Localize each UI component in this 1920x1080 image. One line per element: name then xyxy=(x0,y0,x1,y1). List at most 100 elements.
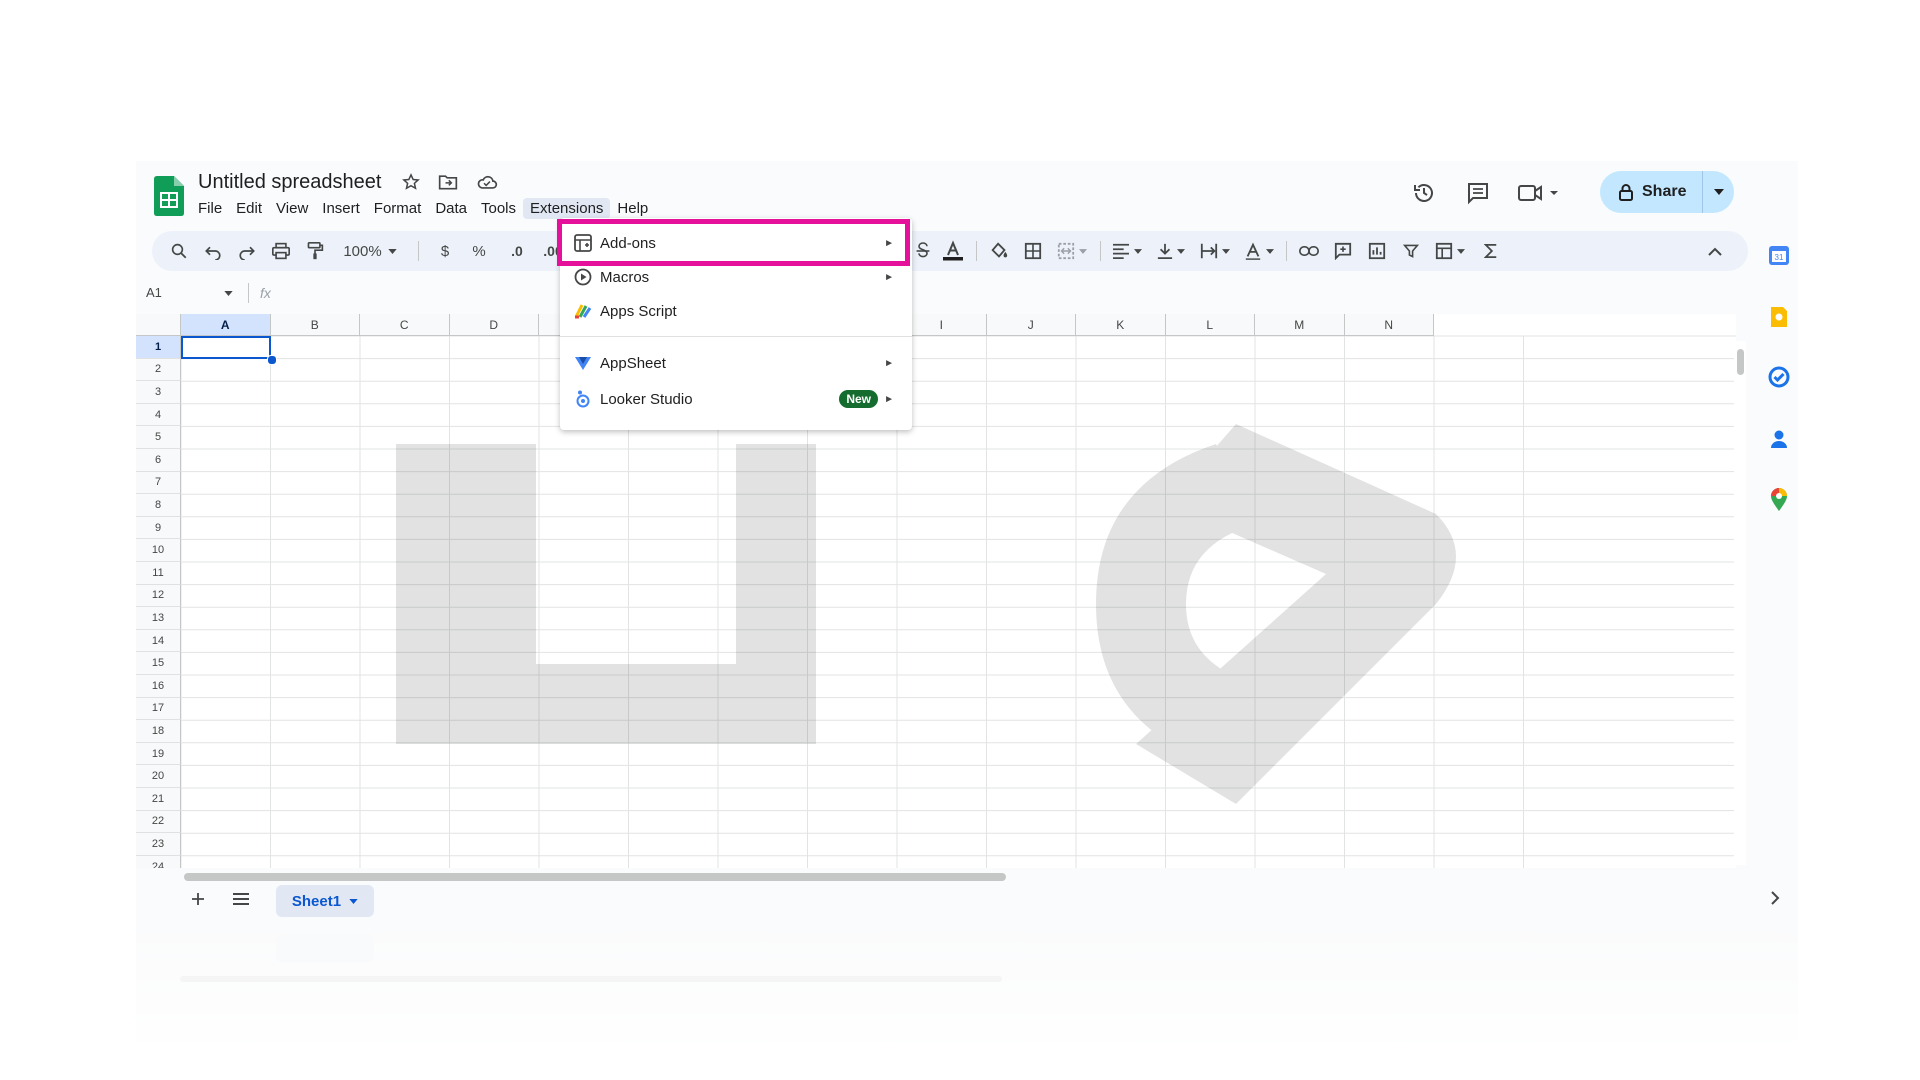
table-view-icon[interactable] xyxy=(1430,231,1470,271)
column-header-l[interactable]: L xyxy=(1165,314,1255,336)
fill-color-icon[interactable] xyxy=(984,231,1014,271)
fill-handle[interactable] xyxy=(266,354,277,365)
menu-data[interactable]: Data xyxy=(428,198,474,219)
column-header-d[interactable]: D xyxy=(449,314,539,336)
row-header-21[interactable]: 21 xyxy=(136,788,181,811)
row-header-19[interactable]: 19 xyxy=(136,742,181,766)
calendar-icon[interactable]: 31 xyxy=(1768,244,1790,271)
row-header-15[interactable]: 15 xyxy=(136,652,181,675)
row-header-22[interactable]: 22 xyxy=(136,810,181,834)
strikethrough-icon[interactable] xyxy=(908,231,938,271)
all-sheets-icon[interactable] xyxy=(232,892,250,911)
column-header-k[interactable]: K xyxy=(1076,314,1166,336)
meet-icon[interactable] xyxy=(1518,181,1560,210)
cloud-saved-icon[interactable] xyxy=(476,173,498,191)
row-header-4[interactable]: 4 xyxy=(136,403,181,427)
row-header-13[interactable]: 13 xyxy=(136,607,181,630)
decrease-decimal-button[interactable]: .0 xyxy=(502,231,532,271)
text-rotation-icon[interactable] xyxy=(1240,231,1278,271)
row-header-3[interactable]: 3 xyxy=(136,381,181,404)
sheets-logo-icon[interactable] xyxy=(154,176,184,216)
star-icon[interactable] xyxy=(402,173,420,191)
search-icon[interactable] xyxy=(164,231,194,271)
column-header-j[interactable]: J xyxy=(986,314,1076,336)
version-history-icon[interactable] xyxy=(1412,181,1436,210)
functions-sigma-icon[interactable] xyxy=(1476,231,1506,271)
maps-icon[interactable] xyxy=(1768,488,1790,517)
insert-comment-icon[interactable] xyxy=(1328,231,1358,271)
row-header-9[interactable]: 9 xyxy=(136,516,181,540)
sheet-tab-sheet1[interactable]: Sheet1 xyxy=(276,885,374,917)
print-icon[interactable] xyxy=(266,231,296,271)
tasks-icon[interactable] xyxy=(1768,366,1790,393)
menu-extensions[interactable]: Extensions xyxy=(523,198,611,219)
row-header-11[interactable]: 11 xyxy=(136,562,181,585)
menu-item-apps-script[interactable]: Apps Script xyxy=(560,294,912,328)
row-header-12[interactable]: 12 xyxy=(136,584,181,608)
text-wrapping-icon[interactable] xyxy=(1196,231,1234,271)
zoom-select[interactable]: 100% xyxy=(338,231,402,271)
vertical-scrollbar-track[interactable] xyxy=(1734,341,1746,865)
caret-down-icon[interactable] xyxy=(224,291,233,296)
column-header-b[interactable]: B xyxy=(270,314,360,336)
share-button[interactable]: Share xyxy=(1600,183,1702,201)
vertical-align-icon[interactable] xyxy=(1152,231,1190,271)
name-box[interactable]: A1 xyxy=(146,285,162,300)
row-header-17[interactable]: 17 xyxy=(136,697,181,721)
horizontal-align-icon[interactable] xyxy=(1108,231,1146,271)
row-header-5[interactable]: 5 xyxy=(136,426,181,449)
menu-item-looker-studio[interactable]: Looker Studio New ► xyxy=(560,382,912,416)
redo-icon[interactable] xyxy=(232,231,262,271)
column-header-c[interactable]: C xyxy=(360,314,450,336)
row-header-23[interactable]: 23 xyxy=(136,833,181,856)
row-header-10[interactable]: 10 xyxy=(136,539,181,562)
selected-cell-a1[interactable] xyxy=(181,336,271,359)
insert-chart-icon[interactable] xyxy=(1362,231,1392,271)
column-header-n[interactable]: N xyxy=(1344,314,1434,336)
collapse-toolbar-icon[interactable] xyxy=(1700,231,1730,271)
filter-icon[interactable] xyxy=(1396,231,1426,271)
column-header-m[interactable]: M xyxy=(1255,314,1345,336)
insert-link-icon[interactable] xyxy=(1294,231,1324,271)
chevron-right-icon[interactable] xyxy=(1770,891,1780,910)
merge-cells-icon[interactable] xyxy=(1052,231,1092,271)
contacts-icon[interactable] xyxy=(1768,428,1790,455)
add-sheet-icon[interactable] xyxy=(190,891,206,912)
borders-icon[interactable] xyxy=(1018,231,1048,271)
row-header-8[interactable]: 8 xyxy=(136,494,181,517)
row-header-1[interactable]: 1 xyxy=(136,336,181,359)
vertical-scrollbar-thumb[interactable] xyxy=(1737,349,1744,375)
menu-item-label: AppSheet xyxy=(600,354,666,372)
row-header-2[interactable]: 2 xyxy=(136,358,181,382)
menu-file[interactable]: File xyxy=(191,198,229,219)
row-header-14[interactable]: 14 xyxy=(136,629,181,653)
select-all-corner[interactable] xyxy=(136,314,181,336)
menu-insert[interactable]: Insert xyxy=(315,198,367,219)
row-header-20[interactable]: 20 xyxy=(136,765,181,788)
currency-format-button[interactable]: $ xyxy=(432,231,458,271)
menu-item-label: Apps Script xyxy=(600,302,677,320)
undo-icon[interactable] xyxy=(198,231,228,271)
submenu-arrow-icon: ► xyxy=(884,393,894,405)
row-header-18[interactable]: 18 xyxy=(136,720,181,743)
keep-icon[interactable] xyxy=(1768,306,1790,333)
menu-item-appsheet[interactable]: AppSheet ► xyxy=(560,346,912,380)
row-header-6[interactable]: 6 xyxy=(136,449,181,472)
menu-view[interactable]: View xyxy=(269,198,315,219)
spreadsheet-grid[interactable]: A B C D E F G H I J K L M N 1 2 3 4 5 6 … xyxy=(136,314,1736,868)
column-header-a[interactable]: A xyxy=(181,314,271,336)
comments-icon[interactable] xyxy=(1466,181,1490,210)
row-header-24[interactable]: 24 xyxy=(136,855,181,868)
menu-edit[interactable]: Edit xyxy=(229,198,269,219)
move-folder-icon[interactable] xyxy=(438,173,458,191)
row-header-16[interactable]: 16 xyxy=(136,675,181,698)
percent-format-button[interactable]: % xyxy=(466,231,492,271)
share-dropdown[interactable] xyxy=(1703,189,1734,195)
text-color-icon[interactable] xyxy=(938,231,968,271)
menu-tools[interactable]: Tools xyxy=(474,198,523,219)
menu-help[interactable]: Help xyxy=(610,198,655,219)
document-title[interactable]: Untitled spreadsheet xyxy=(198,171,381,194)
menu-format[interactable]: Format xyxy=(367,198,429,219)
paint-format-icon[interactable] xyxy=(300,231,330,271)
row-header-7[interactable]: 7 xyxy=(136,471,181,495)
